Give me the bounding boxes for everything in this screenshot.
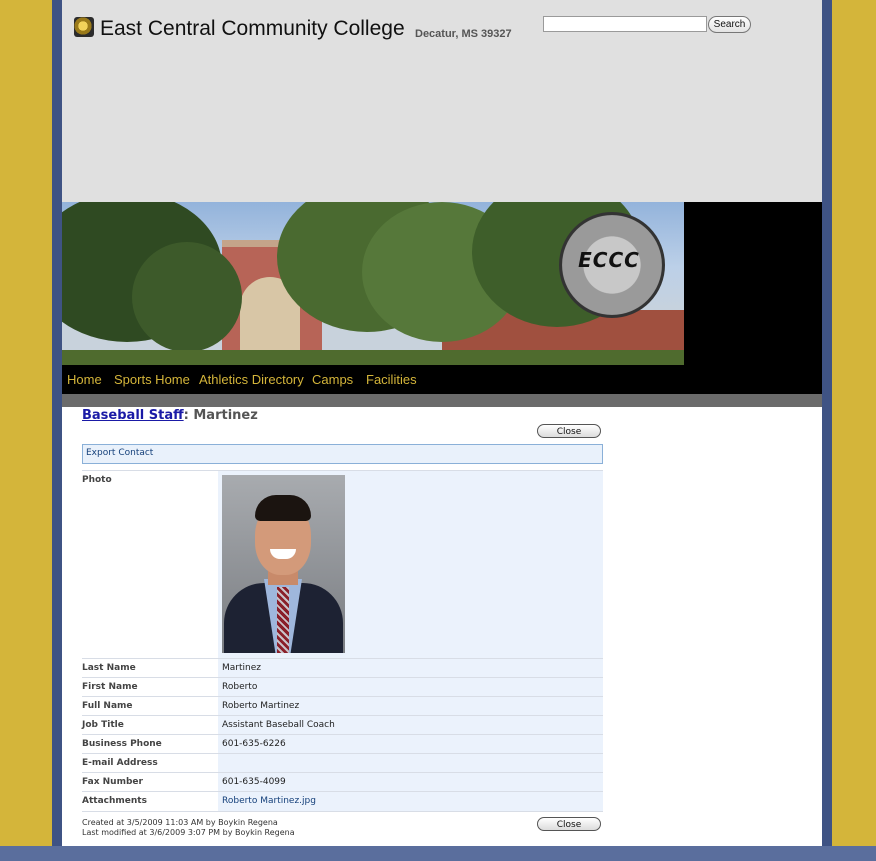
field-value: Martinez bbox=[218, 659, 603, 678]
field-row-full-name: Full Name Roberto Martinez bbox=[82, 696, 603, 716]
field-label: Full Name bbox=[82, 701, 133, 711]
field-row-business-phone: Business Phone 601-635-6226 bbox=[82, 734, 603, 754]
field-value: Roberto Martinez bbox=[218, 697, 603, 716]
divider-bar bbox=[62, 394, 822, 407]
field-value: Roberto Martinez.jpg bbox=[218, 792, 603, 811]
nav-item-home[interactable]: Home bbox=[67, 372, 102, 387]
banner: ECCC Home Sports Home Athletics Director… bbox=[62, 202, 822, 394]
toolbar: Export Contact bbox=[82, 444, 603, 464]
nav-item-camps[interactable]: Camps bbox=[312, 372, 353, 387]
nav-item-facilities[interactable]: Facilities bbox=[366, 372, 417, 387]
main-nav: Home Sports Home Athletics Directory Cam… bbox=[62, 365, 822, 394]
field-label: Photo bbox=[82, 475, 112, 485]
field-label: Job Title bbox=[82, 720, 124, 730]
field-label: Last Name bbox=[82, 663, 136, 673]
page-bottom-band bbox=[0, 846, 876, 861]
item-metadata: Created at 3/5/2009 11:03 AM by Boykin R… bbox=[82, 818, 295, 838]
staff-photo bbox=[222, 475, 345, 653]
college-name: East Central Community College bbox=[100, 17, 405, 40]
field-value: 601-635-4099 bbox=[218, 773, 603, 792]
field-label: Business Phone bbox=[82, 739, 162, 749]
modified-info: Last modified at 3/6/2009 3:07 PM by Boy… bbox=[82, 828, 295, 837]
field-row-attachments: Attachments Roberto Martinez.jpg bbox=[82, 791, 603, 812]
field-label: Fax Number bbox=[82, 777, 143, 787]
field-row-email: E-mail Address bbox=[82, 753, 603, 773]
college-logo-icon bbox=[74, 17, 94, 37]
college-location: Decatur, MS 39327 bbox=[415, 28, 512, 40]
field-row-first-name: First Name Roberto bbox=[82, 677, 603, 697]
breadcrumb-separator: : bbox=[183, 408, 194, 423]
site-header: East Central Community College Decatur, … bbox=[62, 0, 822, 202]
seal-text: ECCC bbox=[578, 248, 640, 272]
campus-photo: ECCC bbox=[62, 202, 684, 365]
nav-item-athletics-directory[interactable]: Athletics Directory bbox=[199, 372, 304, 387]
breadcrumb: Baseball Staff: Martinez bbox=[82, 408, 258, 423]
page: East Central Community College Decatur, … bbox=[62, 0, 822, 846]
field-value: 601-635-6226 bbox=[218, 735, 603, 754]
field-value: Assistant Baseball Coach bbox=[218, 716, 603, 735]
field-row-job-title: Job Title Assistant Baseball Coach bbox=[82, 715, 603, 735]
breadcrumb-list-link[interactable]: Baseball Staff bbox=[82, 408, 184, 423]
field-value: Roberto bbox=[218, 678, 603, 697]
export-contact-link[interactable]: Export Contact bbox=[86, 448, 153, 458]
field-label: E-mail Address bbox=[82, 758, 158, 768]
field-value bbox=[218, 754, 603, 773]
search-input[interactable] bbox=[543, 16, 707, 32]
field-row-last-name: Last Name Martinez bbox=[82, 658, 603, 678]
photo-cell bbox=[218, 471, 603, 659]
field-row-fax: Fax Number 601-635-4099 bbox=[82, 772, 603, 792]
attachment-link[interactable]: Roberto Martinez.jpg bbox=[222, 796, 316, 806]
close-button-top[interactable]: Close bbox=[537, 424, 601, 438]
breadcrumb-item: Martinez bbox=[193, 408, 258, 423]
created-info: Created at 3/5/2009 11:03 AM by Boykin R… bbox=[82, 818, 278, 827]
field-label: Attachments bbox=[82, 796, 147, 806]
search-button[interactable]: Search bbox=[708, 16, 751, 33]
close-button-bottom[interactable]: Close bbox=[537, 817, 601, 831]
nav-item-sports-home[interactable]: Sports Home bbox=[114, 372, 190, 387]
field-row-photo: Photo bbox=[82, 470, 603, 659]
field-label: First Name bbox=[82, 682, 138, 692]
